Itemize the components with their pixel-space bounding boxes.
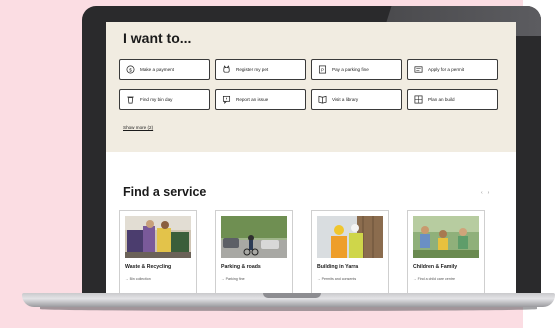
find-a-service-section: Find a service ‹ › Waste & Recycling → B…: [106, 152, 516, 293]
build-icon: [414, 95, 423, 104]
children-family-photo: [413, 216, 479, 258]
waste-recycling-photo: [125, 216, 191, 258]
parking-icon: P: [318, 65, 327, 74]
pay-a-parking-fine-label: Pay a parking fine: [332, 67, 369, 72]
apply-for-a-permit-label: Apply for a permit: [428, 67, 464, 72]
service-card-title: Children & Family: [413, 264, 458, 270]
service-card-children-family[interactable]: Children & Family → Find a child care ce…: [407, 210, 485, 293]
laptop-base-shadow: [40, 307, 537, 311]
service-card-building-in-yarra[interactable]: Building in Yarra → Permits and consents: [311, 210, 389, 293]
make-a-payment-label: Make a payment: [140, 67, 174, 72]
register-my-pet-button[interactable]: Register my pet: [215, 59, 306, 80]
parking-roads-photo: [221, 216, 287, 258]
service-card-link[interactable]: → Find a child care centre: [413, 277, 455, 281]
permit-icon: [414, 65, 423, 74]
pay-a-parking-fine-button[interactable]: P Pay a parking fine: [311, 59, 402, 80]
plan-an-build-button[interactable]: Plan an build: [407, 89, 498, 110]
library-icon: [318, 95, 327, 104]
find-my-bin-day-label: Find my bin day: [140, 97, 173, 102]
carousel-next-arrow-icon[interactable]: ›: [488, 190, 490, 196]
find-my-bin-day-button[interactable]: Find my bin day: [119, 89, 210, 110]
service-card-link[interactable]: → Permits and consents: [317, 277, 356, 281]
bin-icon: [126, 95, 135, 104]
svg-text:$: $: [129, 67, 132, 73]
i-want-to-section: I want to... $ Make a payment Register m…: [106, 22, 516, 152]
service-card-link[interactable]: → Parking fine: [221, 277, 245, 281]
building-in-yarra-photo: [317, 216, 383, 258]
i-want-to-heading: I want to...: [123, 30, 192, 46]
carousel-arrows: ‹ ›: [481, 190, 489, 196]
visit-a-library-label: Visit a library: [332, 97, 359, 102]
service-card-link[interactable]: → Bin collection: [125, 277, 151, 281]
show-more-link[interactable]: Show more (2): [123, 125, 153, 130]
service-card-title: Waste & Recycling: [125, 264, 172, 270]
plan-an-build-label: Plan an build: [428, 97, 455, 102]
service-card-parking-roads[interactable]: Parking & roads → Parking fine: [215, 210, 293, 293]
service-card-title: Building in Yarra: [317, 264, 359, 270]
make-a-payment-button[interactable]: $ Make a payment: [119, 59, 210, 80]
svg-text:P: P: [321, 67, 324, 72]
apply-for-a-permit-button[interactable]: Apply for a permit: [407, 59, 498, 80]
service-card-waste-recycling[interactable]: Waste & Recycling → Bin collection: [119, 210, 197, 293]
report-an-issue-label: Report an issue: [236, 97, 269, 102]
carousel-prev-arrow-icon[interactable]: ‹: [481, 190, 483, 196]
register-my-pet-label: Register my pet: [236, 67, 269, 72]
report-an-issue-button[interactable]: Report an issue: [215, 89, 306, 110]
service-card-title: Parking & roads: [221, 264, 261, 270]
visit-a-library-button[interactable]: Visit a library: [311, 89, 402, 110]
find-a-service-heading: Find a service: [123, 185, 207, 199]
pet-icon: [222, 65, 231, 74]
report-icon: [222, 95, 231, 104]
laptop-screen: I want to... $ Make a payment Register m…: [106, 22, 516, 293]
laptop-base-notch: [263, 293, 321, 298]
dollar-icon: $: [126, 65, 135, 74]
